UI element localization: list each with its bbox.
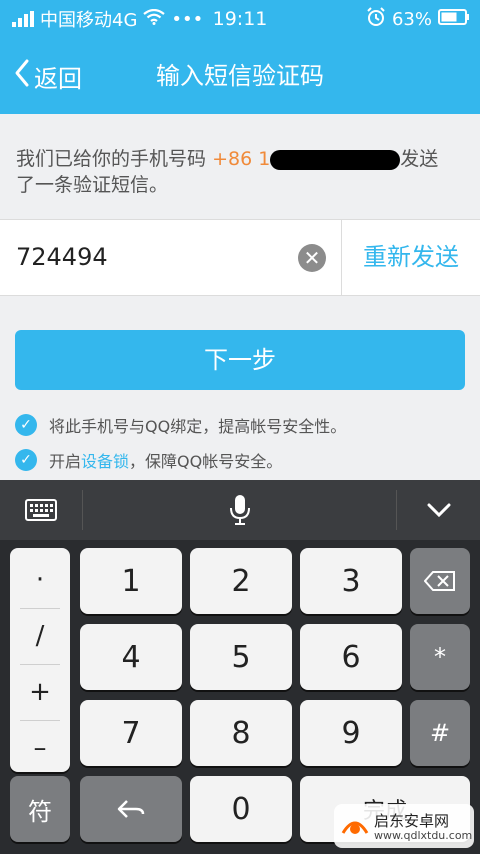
backspace-icon xyxy=(424,571,455,591)
return-button[interactable] xyxy=(80,776,182,842)
voice-input-button[interactable] xyxy=(83,480,396,540)
code-input-row: 724494 ✕ 重新发送 xyxy=(0,219,480,296)
key-9[interactable]: 9 xyxy=(300,700,402,766)
device-lock-label: 开启设备锁，保障QQ帐号安全。 xyxy=(49,448,282,472)
key-hash[interactable]: # xyxy=(410,700,470,766)
return-icon xyxy=(117,800,145,818)
alarm-icon xyxy=(366,6,386,32)
symbols-button[interactable]: 符 xyxy=(10,776,70,842)
info-prefix: 我们已给你的手机号码 xyxy=(16,148,207,170)
phone-redaction xyxy=(270,149,401,170)
symbol-key-slash[interactable]: / xyxy=(20,608,60,665)
check-icon: ✓ xyxy=(15,414,37,436)
symbol-column: · / + – xyxy=(10,548,70,772)
info-line2: 了一条验证短信。 xyxy=(16,174,169,196)
watermark-name: 启东安卓网 xyxy=(374,812,450,830)
symbol-key-plus[interactable]: + xyxy=(20,664,60,721)
keyboard-switch-button[interactable] xyxy=(0,480,82,540)
keyboard-toolbar xyxy=(0,480,480,540)
keyboard-icon xyxy=(25,499,57,521)
key-2[interactable]: 2 xyxy=(190,548,292,614)
hide-keyboard-button[interactable] xyxy=(397,480,480,540)
key-3[interactable]: 3 xyxy=(300,548,402,614)
symbol-key-dot[interactable]: · xyxy=(20,552,60,609)
device-lock-link[interactable]: 设备锁 xyxy=(81,452,129,471)
watermark-url: www.qdlxtdu.com xyxy=(374,829,473,842)
symbol-key-minus[interactable]: – xyxy=(20,720,60,776)
resend-button[interactable]: 重新发送 xyxy=(342,220,480,295)
key-5[interactable]: 5 xyxy=(190,624,292,690)
device-lock-text-after: ，保障QQ帐号安全。 xyxy=(129,452,283,471)
key-7[interactable]: 7 xyxy=(80,700,182,766)
status-right: 63% xyxy=(366,6,470,32)
info-section: 我们已给你的手机号码 +86 1 发送 了一条验证短信。 xyxy=(0,114,480,218)
device-lock-text-before: 开启 xyxy=(49,452,82,471)
phone-number: +86 1 xyxy=(212,148,271,170)
key-1[interactable]: 1 xyxy=(80,548,182,614)
info-suffix: 发送 xyxy=(400,148,439,170)
status-bar: 中国移动4G ••• 19:11 63% xyxy=(0,0,480,38)
watermark: 启东安卓网 www.qdlxtdu.com xyxy=(334,804,474,848)
device-lock-option[interactable]: ✓ 开启设备锁，保障QQ帐号安全。 xyxy=(15,448,282,472)
battery-icon xyxy=(438,8,470,31)
battery-percent: 63% xyxy=(391,8,432,30)
chevron-down-icon xyxy=(427,503,450,517)
key-4[interactable]: 4 xyxy=(80,624,182,690)
verification-code-input[interactable]: 724494 xyxy=(16,220,108,295)
clear-icon[interactable]: ✕ xyxy=(298,244,326,272)
check-icon: ✓ xyxy=(15,449,37,471)
microphone-icon xyxy=(229,495,250,525)
watermark-logo-icon xyxy=(341,821,369,834)
backspace-button[interactable] xyxy=(410,548,470,614)
key-0[interactable]: 0 xyxy=(190,776,292,842)
key-asterisk[interactable]: * xyxy=(410,624,470,690)
page-title: 输入短信验证码 xyxy=(156,62,324,90)
bind-phone-label: 将此手机号与QQ绑定，提高帐号安全性。 xyxy=(49,417,347,436)
next-button[interactable]: 下一步 xyxy=(15,330,465,390)
key-6[interactable]: 6 xyxy=(300,624,402,690)
key-8[interactable]: 8 xyxy=(190,700,292,766)
bind-phone-option[interactable]: ✓ 将此手机号与QQ绑定，提高帐号安全性。 xyxy=(15,413,346,437)
info-text: 我们已给你的手机号码 +86 1 发送 了一条验证短信。 xyxy=(16,146,466,198)
nav-bar: 返回 输入短信验证码 xyxy=(0,38,480,114)
